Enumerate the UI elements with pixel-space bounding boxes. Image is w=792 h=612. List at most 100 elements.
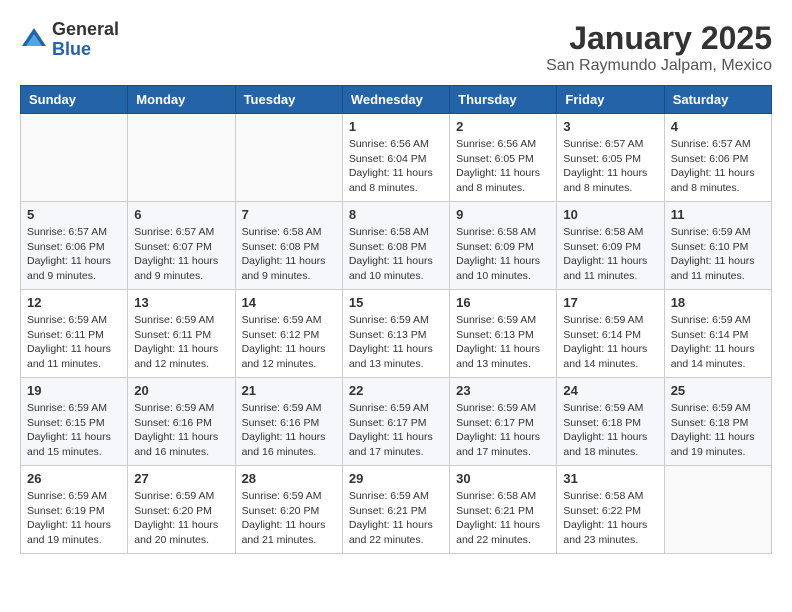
day-info: Sunrise: 6:59 AM Sunset: 6:12 PM Dayligh… — [242, 313, 336, 372]
day-number: 17 — [563, 295, 657, 310]
calendar-cell: 11 Sunrise: 6:59 AM Sunset: 6:10 PM Dayli… — [664, 202, 771, 290]
day-info: Sunrise: 6:57 AM Sunset: 6:06 PM Dayligh… — [671, 137, 765, 196]
calendar-cell: 6 Sunrise: 6:57 AM Sunset: 6:07 PM Daylig… — [128, 202, 235, 290]
logo-text: General Blue — [52, 20, 119, 60]
calendar-cell: 19Sunrise: 6:59 AM Sunset: 6:15 PM Dayli… — [21, 378, 128, 466]
calendar-week-row: 1Sunrise: 6:56 AM Sunset: 6:04 PM Daylig… — [21, 114, 772, 202]
day-number: 7 — [242, 207, 336, 222]
calendar-cell: 2 Sunrise: 6:56 AM Sunset: 6:05 PM Daylig… — [450, 114, 557, 202]
day-number: 9 — [456, 207, 550, 222]
day-info: Sunrise: 6:58 AM Sunset: 6:08 PM Dayligh… — [242, 225, 336, 284]
day-header: Friday — [557, 86, 664, 114]
day-number: 12 — [27, 295, 121, 310]
calendar-subtitle: San Raymundo Jalpam, Mexico — [546, 57, 772, 75]
day-number: 11 — [671, 207, 765, 222]
day-info: Sunrise: 6:59 AM Sunset: 6:17 PM Dayligh… — [456, 401, 550, 460]
day-number: 14 — [242, 295, 336, 310]
calendar-cell: 20 Sunrise: 6:59 AM Sunset: 6:16 PM Dayli… — [128, 378, 235, 466]
day-number: 22 — [349, 383, 443, 398]
day-number: 29 — [349, 471, 443, 486]
day-info: Sunrise: 6:59 AM Sunset: 6:14 PM Dayligh… — [671, 313, 765, 372]
day-info: Sunrise: 6:59 AM Sunset: 6:20 PM Dayligh… — [242, 489, 336, 548]
day-info: Sunrise: 6:57 AM Sunset: 6:06 PM Dayligh… — [27, 225, 121, 284]
day-number: 5 — [27, 207, 121, 222]
calendar-cell: 21Sunrise: 6:59 AM Sunset: 6:16 PM Dayli… — [235, 378, 342, 466]
day-number: 24 — [563, 383, 657, 398]
calendar-cell: 14 Sunrise: 6:59 AM Sunset: 6:12 PM Dayli… — [235, 290, 342, 378]
calendar-cell: 9 Sunrise: 6:58 AM Sunset: 6:09 PM Daylig… — [450, 202, 557, 290]
calendar-table: SundayMondayTuesdayWednesdayThursdayFrid… — [20, 85, 772, 554]
day-number: 27 — [134, 471, 228, 486]
day-info: Sunrise: 6:58 AM Sunset: 6:09 PM Dayligh… — [456, 225, 550, 284]
calendar-cell: 31 Sunrise: 6:58 AM Sunset: 6:22 PM Dayli… — [557, 466, 664, 554]
calendar-cell: 26Sunrise: 6:59 AM Sunset: 6:19 PM Dayli… — [21, 466, 128, 554]
calendar-cell: 10Sunrise: 6:58 AM Sunset: 6:09 PM Dayli… — [557, 202, 664, 290]
day-info: Sunrise: 6:59 AM Sunset: 6:14 PM Dayligh… — [563, 313, 657, 372]
calendar-week-row: 12 Sunrise: 6:59 AM Sunset: 6:11 PM Dayli… — [21, 290, 772, 378]
day-info: Sunrise: 6:59 AM Sunset: 6:10 PM Dayligh… — [671, 225, 765, 284]
day-number: 4 — [671, 119, 765, 134]
calendar-cell: 27 Sunrise: 6:59 AM Sunset: 6:20 PM Dayli… — [128, 466, 235, 554]
day-info: Sunrise: 6:59 AM Sunset: 6:18 PM Dayligh… — [671, 401, 765, 460]
calendar-cell: 18 Sunrise: 6:59 AM Sunset: 6:14 PM Dayli… — [664, 290, 771, 378]
day-info: Sunrise: 6:56 AM Sunset: 6:05 PM Dayligh… — [456, 137, 550, 196]
calendar-cell: 4 Sunrise: 6:57 AM Sunset: 6:06 PM Daylig… — [664, 114, 771, 202]
day-number: 8 — [349, 207, 443, 222]
day-info: Sunrise: 6:58 AM Sunset: 6:08 PM Dayligh… — [349, 225, 443, 284]
day-info: Sunrise: 6:59 AM Sunset: 6:11 PM Dayligh… — [27, 313, 121, 372]
day-number: 20 — [134, 383, 228, 398]
calendar-week-row: 5 Sunrise: 6:57 AM Sunset: 6:06 PM Daylig… — [21, 202, 772, 290]
day-number: 16 — [456, 295, 550, 310]
day-info: Sunrise: 6:59 AM Sunset: 6:18 PM Dayligh… — [563, 401, 657, 460]
calendar-cell: 17 Sunrise: 6:59 AM Sunset: 6:14 PM Dayli… — [557, 290, 664, 378]
calendar-cell: 22 Sunrise: 6:59 AM Sunset: 6:17 PM Dayli… — [342, 378, 449, 466]
day-info: Sunrise: 6:59 AM Sunset: 6:16 PM Dayligh… — [134, 401, 228, 460]
day-info: Sunrise: 6:59 AM Sunset: 6:20 PM Dayligh… — [134, 489, 228, 548]
logo-icon — [20, 26, 48, 54]
calendar-cell: 8 Sunrise: 6:58 AM Sunset: 6:08 PM Daylig… — [342, 202, 449, 290]
day-info: Sunrise: 6:57 AM Sunset: 6:05 PM Dayligh… — [563, 137, 657, 196]
day-info: Sunrise: 6:59 AM Sunset: 6:13 PM Dayligh… — [349, 313, 443, 372]
calendar-cell: 1Sunrise: 6:56 AM Sunset: 6:04 PM Daylig… — [342, 114, 449, 202]
page-header: General Blue January 2025 San Raymundo J… — [20, 20, 772, 75]
day-info: Sunrise: 6:59 AM Sunset: 6:19 PM Dayligh… — [27, 489, 121, 548]
calendar-week-row: 26Sunrise: 6:59 AM Sunset: 6:19 PM Dayli… — [21, 466, 772, 554]
calendar-cell: 16 Sunrise: 6:59 AM Sunset: 6:13 PM Dayli… — [450, 290, 557, 378]
calendar-cell: 23Sunrise: 6:59 AM Sunset: 6:17 PM Dayli… — [450, 378, 557, 466]
day-number: 21 — [242, 383, 336, 398]
day-header: Tuesday — [235, 86, 342, 114]
day-info: Sunrise: 6:59 AM Sunset: 6:17 PM Dayligh… — [349, 401, 443, 460]
calendar-cell: 13Sunrise: 6:59 AM Sunset: 6:11 PM Dayli… — [128, 290, 235, 378]
day-number: 19 — [27, 383, 121, 398]
day-header: Sunday — [21, 86, 128, 114]
day-info: Sunrise: 6:59 AM Sunset: 6:13 PM Dayligh… — [456, 313, 550, 372]
calendar-cell: 24 Sunrise: 6:59 AM Sunset: 6:18 PM Dayli… — [557, 378, 664, 466]
day-number: 6 — [134, 207, 228, 222]
calendar-title: January 2025 — [546, 20, 772, 57]
day-number: 31 — [563, 471, 657, 486]
day-number: 28 — [242, 471, 336, 486]
day-info: Sunrise: 6:59 AM Sunset: 6:21 PM Dayligh… — [349, 489, 443, 548]
calendar-cell: 30Sunrise: 6:58 AM Sunset: 6:21 PM Dayli… — [450, 466, 557, 554]
calendar-cell: 12 Sunrise: 6:59 AM Sunset: 6:11 PM Dayli… — [21, 290, 128, 378]
calendar-cell: 3 Sunrise: 6:57 AM Sunset: 6:05 PM Daylig… — [557, 114, 664, 202]
logo: General Blue — [20, 20, 119, 60]
day-info: Sunrise: 6:59 AM Sunset: 6:11 PM Dayligh… — [134, 313, 228, 372]
calendar-cell: 25 Sunrise: 6:59 AM Sunset: 6:18 PM Dayli… — [664, 378, 771, 466]
day-number: 15 — [349, 295, 443, 310]
calendar-cell — [235, 114, 342, 202]
day-number: 3 — [563, 119, 657, 134]
day-number: 18 — [671, 295, 765, 310]
calendar-cell — [664, 466, 771, 554]
day-info: Sunrise: 6:58 AM Sunset: 6:09 PM Dayligh… — [563, 225, 657, 284]
day-info: Sunrise: 6:58 AM Sunset: 6:22 PM Dayligh… — [563, 489, 657, 548]
calendar-header-row: SundayMondayTuesdayWednesdayThursdayFrid… — [21, 86, 772, 114]
day-header: Saturday — [664, 86, 771, 114]
day-number: 25 — [671, 383, 765, 398]
day-info: Sunrise: 6:57 AM Sunset: 6:07 PM Dayligh… — [134, 225, 228, 284]
day-number: 2 — [456, 119, 550, 134]
calendar-cell — [21, 114, 128, 202]
calendar-cell: 28 Sunrise: 6:59 AM Sunset: 6:20 PM Dayli… — [235, 466, 342, 554]
day-info: Sunrise: 6:58 AM Sunset: 6:21 PM Dayligh… — [456, 489, 550, 548]
logo-blue: Blue — [52, 40, 119, 60]
